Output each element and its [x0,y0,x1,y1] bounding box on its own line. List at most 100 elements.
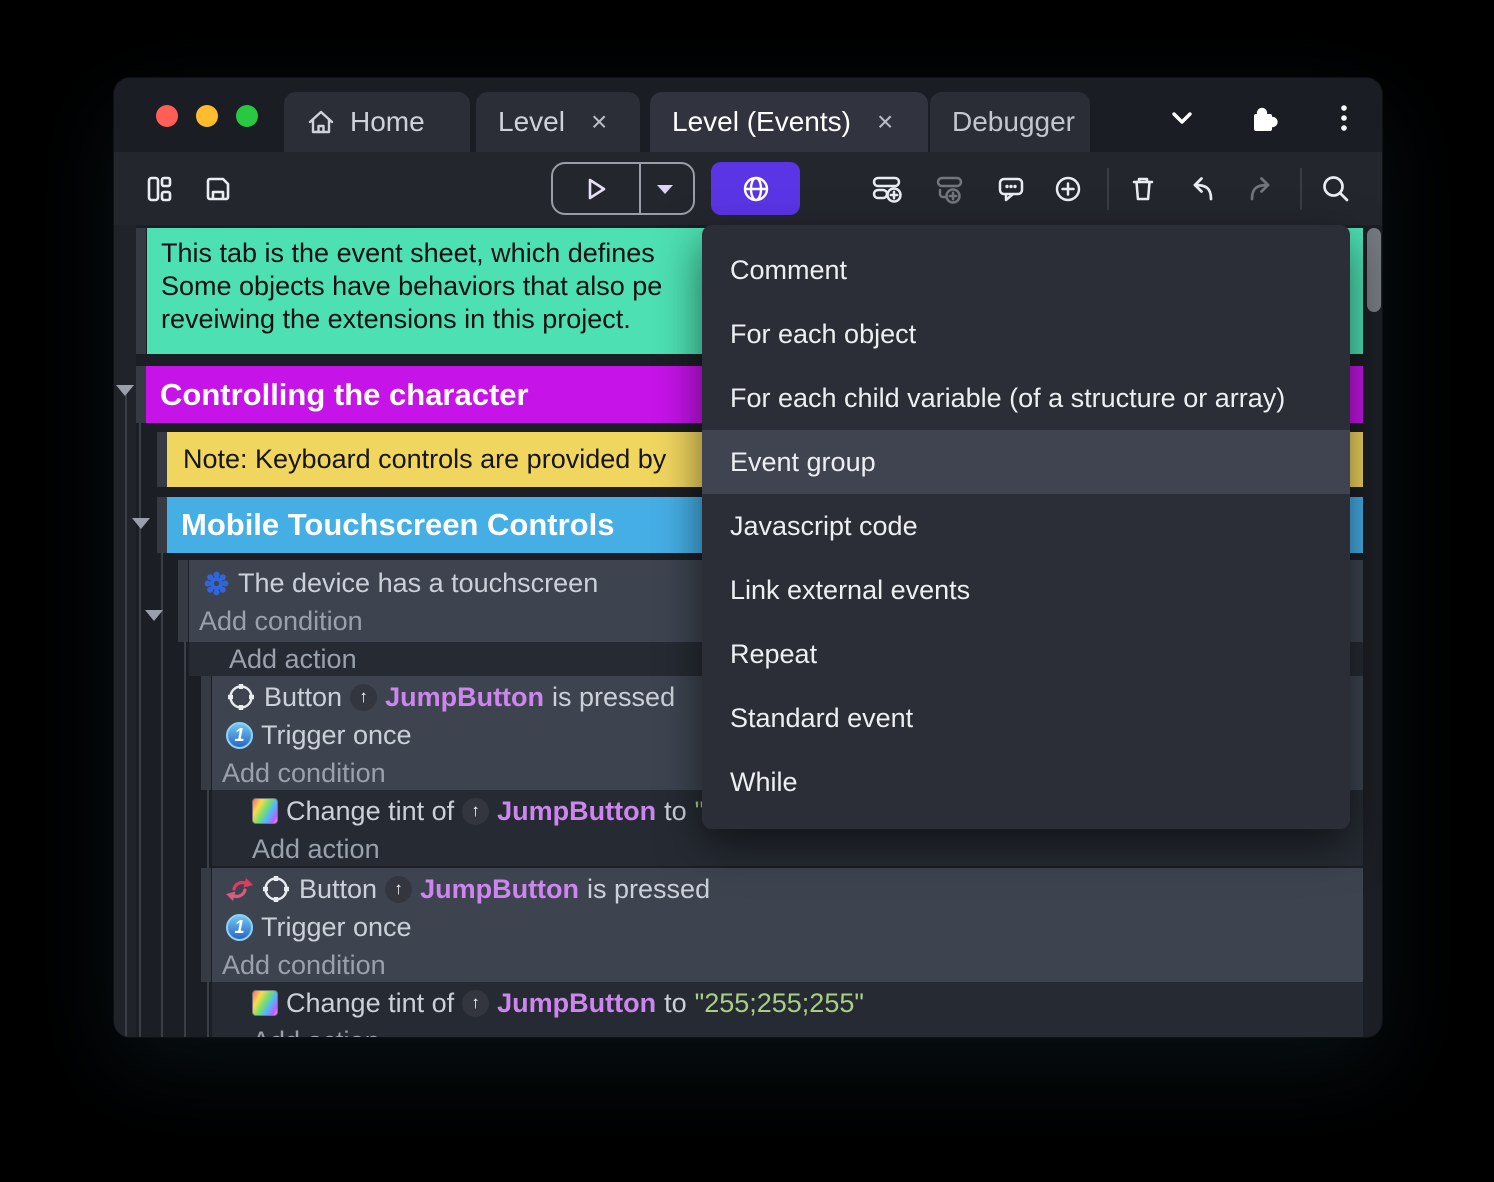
tab-home[interactable]: Home [284,92,470,152]
object-name: JumpButton [420,873,580,904]
add-event-context-menu: Comment For each object For each child v… [702,225,1350,829]
group-title: Mobile Touchscreen Controls [181,507,615,542]
tab-label: Home [350,106,425,137]
event-drag-handle[interactable] [178,560,188,642]
button-object-icon [261,874,291,904]
add-action-link[interactable]: Add action [212,1024,1363,1038]
object-name: JumpButton [497,987,657,1018]
play-button-group [551,162,695,215]
play-icon [579,173,611,205]
add-event-icon [870,172,904,206]
event-drag-handle[interactable] [136,366,146,423]
event-drag-handle[interactable] [157,497,167,553]
menu-item-comment[interactable]: Comment [702,238,1350,302]
redo-icon [1244,172,1278,206]
condition-trigger-once[interactable]: 1 Trigger once [212,908,1363,946]
event-drag-handle[interactable] [201,676,211,790]
undo-icon [1185,172,1219,206]
undo-button[interactable] [1184,171,1220,207]
tab-level-events[interactable]: Level (Events) × [650,92,928,152]
tab-close-icon[interactable]: × [877,108,893,136]
toolbar-divider [1300,168,1302,210]
add-comment-button[interactable] [993,171,1029,207]
search-icon [1319,172,1353,206]
condition-button-pressed-inverted[interactable]: Button ↑ JumpButton is pressed [212,870,1363,908]
trigger-once-icon: 1 [226,913,253,941]
play-button[interactable] [553,173,638,205]
event-drag-handle[interactable] [136,228,146,354]
add-condition-link[interactable]: Add condition [212,946,1363,982]
event-drag-handle[interactable] [201,868,211,982]
button-object-icon [226,682,256,712]
comment-bubble-icon [994,172,1028,206]
menu-item-standard-event[interactable]: Standard event [702,686,1350,750]
event-drag-handle[interactable] [157,432,167,487]
menu-item-while[interactable]: While [702,750,1350,814]
action-change-tint[interactable]: Change tint of ↑ JumpButton to "255;255;… [212,982,1363,1024]
kebab-menu-icon [1338,101,1350,135]
add-subevent-icon [932,172,966,206]
traffic-close-button[interactable] [156,105,178,127]
play-options-button[interactable] [638,182,693,196]
object-thumbnail-icon: ↑ [385,875,413,903]
object-name: JumpButton [385,681,545,712]
indent-guide [125,395,127,1037]
toolbar [114,152,1382,225]
trigger-once-icon: 1 [226,721,253,749]
window-menu-button[interactable] [1326,100,1362,136]
add-event-button[interactable] [869,171,905,207]
menu-item-javascript-code[interactable]: Javascript code [702,494,1350,558]
tab-debugger[interactable]: Debugger [930,92,1090,152]
chevron-down-icon [1168,106,1196,130]
note-text: Note: Keyboard controls are provided by [183,444,667,474]
plus-circle-icon [1051,172,1085,206]
tint-color-icon [252,990,278,1016]
event-actions[interactable]: Change tint of ↑ JumpButton to "255;255;… [212,982,1363,1037]
add-action-link[interactable]: Add action [212,832,1363,866]
indent-guide [139,423,141,1037]
collapse-arrow-icon[interactable] [116,385,134,396]
menu-item-link-external-events[interactable]: Link external events [702,558,1350,622]
titlebar: Home Level × Level (Events) × Debugger [114,78,1382,152]
object-name: JumpButton [497,795,657,826]
tabs-overflow-button[interactable] [1164,100,1200,136]
save-button[interactable] [200,171,236,207]
indent-guide [161,553,163,1037]
screenshot-stage: Home Level × Level (Events) × Debugger T… [0,0,1494,1182]
tab-label: Level (Events) [672,106,851,137]
tab-close-icon[interactable]: × [591,108,607,136]
event-conditions[interactable]: Button ↑ JumpButton is pressed 1 Trigger… [212,868,1363,982]
tint-color-icon [252,798,278,824]
traffic-zoom-button[interactable] [236,105,258,127]
tab-label: Level [498,106,565,137]
home-icon [306,107,336,137]
collapse-arrow-icon[interactable] [145,610,163,621]
search-button[interactable] [1318,171,1354,207]
inverted-condition-icon [226,876,253,903]
extensions-button[interactable] [1245,100,1281,136]
indent-guide [184,642,186,1037]
scrollbar-thumb[interactable] [1367,228,1381,312]
tab-level[interactable]: Level × [476,92,640,152]
traffic-minimize-button[interactable] [196,105,218,127]
object-thumbnail-icon: ↑ [350,683,378,711]
app-window: Home Level × Level (Events) × Debugger T… [114,78,1382,1037]
condition-text: The device has a touchscreen [238,567,599,598]
panels-button[interactable] [142,171,178,207]
menu-item-event-group[interactable]: Event group [702,430,1350,494]
menu-item-for-each-object[interactable]: For each object [702,302,1350,366]
toolbar-divider [1107,168,1109,210]
menu-item-repeat[interactable]: Repeat [702,622,1350,686]
network-preview-button[interactable] [711,162,800,215]
redo-button[interactable] [1243,171,1279,207]
add-more-button[interactable] [1050,171,1086,207]
caret-down-icon [655,182,675,196]
panels-icon [144,173,176,205]
collapse-arrow-icon[interactable] [132,518,150,529]
tint-value: "255;255;255" [694,987,864,1018]
delete-button[interactable] [1125,171,1161,207]
play-group-divider [639,164,641,213]
add-subevent-button[interactable] [931,171,967,207]
menu-item-for-each-child-variable[interactable]: For each child variable (of a structure … [702,366,1350,430]
puzzle-icon [1246,101,1280,135]
